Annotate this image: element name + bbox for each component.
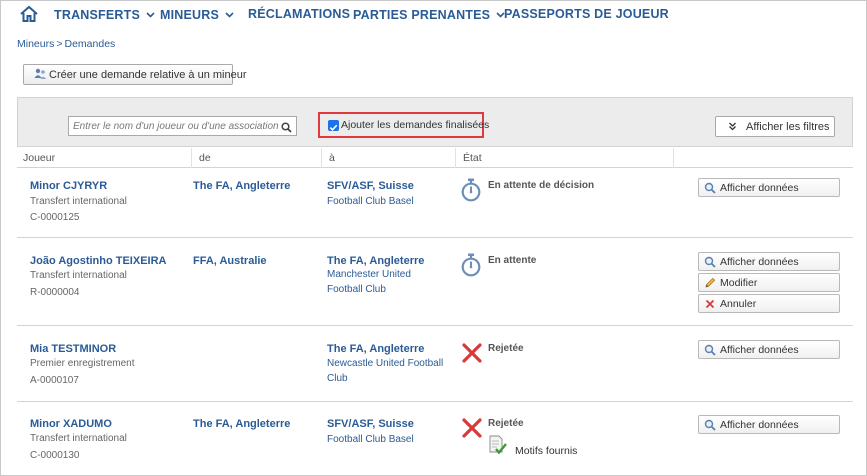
reasons-provided-link[interactable]: Motifs fournis (515, 445, 577, 457)
red-x-icon (462, 343, 482, 368)
to-club: Football Club Basel (327, 434, 414, 445)
to-association: The FA, Angleterre (327, 343, 425, 355)
table-row: João Agostinho TEIXEIRA Transfert intern… (17, 238, 853, 326)
header-joueur: Joueur (23, 152, 56, 164)
header-divider (673, 148, 674, 168)
nav-mineurs-label: MINEURS (160, 8, 220, 22)
nav-parties-prenantes[interactable]: PARTIES PRENANTES (353, 7, 505, 22)
create-request-label: Créer une demande relative à un mineur (49, 69, 247, 81)
view-data-button[interactable]: Afficher données (698, 340, 840, 359)
view-data-button[interactable]: Afficher données (698, 415, 840, 434)
nav-reclamations[interactable]: RÉCLAMATIONS (248, 7, 350, 21)
from-association: FFA, Australie (193, 255, 267, 267)
magnifier-icon (704, 344, 716, 359)
edit-button[interactable]: Modifier (698, 273, 840, 292)
document-check-icon (488, 435, 508, 460)
status-text: En attente de décision (488, 180, 595, 191)
cancel-label: Annuler (720, 298, 757, 310)
search-icon[interactable] (281, 120, 292, 138)
stopwatch-icon (460, 178, 482, 207)
view-data-label: Afficher données (720, 256, 799, 268)
chevron-down-icon (146, 7, 155, 21)
include-finalized-label[interactable]: Ajouter les demandes finalisées (341, 119, 489, 131)
to-club: Newcastle United Football (327, 358, 444, 369)
view-data-label: Afficher données (720, 344, 799, 356)
table-row: Minor XADUMO Transfert international C-0… (17, 402, 853, 476)
search-input[interactable]: Entrer le nom d'un joueur ou d'une assoc… (68, 116, 297, 136)
chevron-down-icon (225, 7, 234, 21)
cancel-button[interactable]: Annuler (698, 294, 840, 313)
table-row: Minor CJYRYR Transfert international C-0… (17, 169, 853, 238)
request-type: Transfert international (30, 433, 127, 444)
request-ref: A-0000107 (30, 375, 79, 386)
magnifier-icon (704, 419, 716, 434)
breadcrumb: Mineurs > Demandes (17, 38, 115, 50)
breadcrumb-separator: > (56, 38, 63, 50)
view-data-label: Afficher données (720, 182, 799, 194)
to-association: The FA, Angleterre (327, 255, 425, 267)
nav-mineurs[interactable]: MINEURS (160, 7, 234, 22)
breadcrumb-current: Demandes (64, 38, 116, 50)
player-name[interactable]: Minor CJYRYR (30, 180, 107, 192)
close-icon (704, 298, 716, 313)
nav-parties-prenantes-label: PARTIES PRENANTES (353, 8, 491, 22)
nav-transferts-label: TRANSFERTS (54, 8, 141, 22)
stopwatch-icon (460, 253, 482, 282)
add-user-icon (34, 68, 47, 83)
status-text: En attente (488, 255, 537, 266)
double-chevron-down-icon (728, 122, 737, 134)
to-club: Manchester United (327, 269, 411, 280)
header-a: à (329, 152, 335, 164)
nav-passeports[interactable]: PASSEPORTS DE JOUEUR (504, 7, 669, 21)
table-row: Mia TESTMINOR Premier enregistrement A-0… (17, 326, 853, 402)
app-frame: TRANSFERTS MINEURS RÉCLAMATIONS PARTIES … (0, 0, 867, 476)
header-divider (321, 148, 322, 168)
to-club: Football Club Basel (327, 196, 414, 207)
to-club: Club (327, 373, 348, 384)
request-type: Premier enregistrement (30, 358, 135, 369)
header-etat: État (463, 152, 482, 164)
header-divider (191, 148, 192, 168)
filter-bar: Entrer le nom d'un joueur ou d'une assoc… (17, 97, 853, 147)
view-data-button[interactable]: Afficher données (698, 178, 840, 197)
to-association: SFV/ASF, Suisse (327, 418, 414, 430)
player-name[interactable]: João Agostinho TEIXEIRA (30, 255, 167, 267)
create-request-button[interactable]: Créer une demande relative à un mineur (23, 64, 247, 85)
view-data-label: Afficher données (720, 419, 799, 431)
show-filters-label: Afficher les filtres (746, 121, 830, 133)
request-type: Transfert international (30, 196, 127, 207)
top-nav: TRANSFERTS MINEURS RÉCLAMATIONS PARTIES … (1, 1, 867, 27)
breadcrumb-parent[interactable]: Mineurs (17, 38, 54, 50)
magnifier-icon (704, 182, 716, 197)
include-finalized-highlight: Ajouter les demandes finalisées (318, 112, 489, 138)
player-name[interactable]: Mia TESTMINOR (30, 343, 116, 355)
search-placeholder: Entrer le nom d'un joueur ou d'une assoc… (73, 121, 279, 132)
header-de: de (199, 152, 211, 164)
to-association: SFV/ASF, Suisse (327, 180, 414, 192)
include-finalized-checkbox[interactable] (328, 120, 339, 131)
request-type: Transfert international (30, 270, 127, 281)
show-filters-button[interactable]: Afficher les filtres (715, 116, 835, 137)
request-ref: C-0000125 (30, 212, 80, 223)
request-ref: C-0000130 (30, 450, 80, 461)
nav-transferts[interactable]: TRANSFERTS (54, 7, 155, 22)
from-association: The FA, Angleterre (193, 418, 291, 430)
edit-label: Modifier (720, 277, 758, 289)
red-x-icon (462, 418, 482, 443)
status-text: Rejetée (488, 418, 524, 429)
header-divider (455, 148, 456, 168)
status-text: Rejetée (488, 343, 524, 354)
home-icon[interactable] (19, 5, 39, 23)
pencil-icon (704, 277, 716, 292)
from-association: The FA, Angleterre (193, 180, 291, 192)
player-name[interactable]: Minor XADUMO (30, 418, 112, 430)
table-header: Joueur de à État (17, 148, 853, 168)
request-ref: R-0000004 (30, 287, 80, 298)
magnifier-icon (704, 256, 716, 271)
to-club: Football Club (327, 284, 386, 295)
view-data-button[interactable]: Afficher données (698, 252, 840, 271)
